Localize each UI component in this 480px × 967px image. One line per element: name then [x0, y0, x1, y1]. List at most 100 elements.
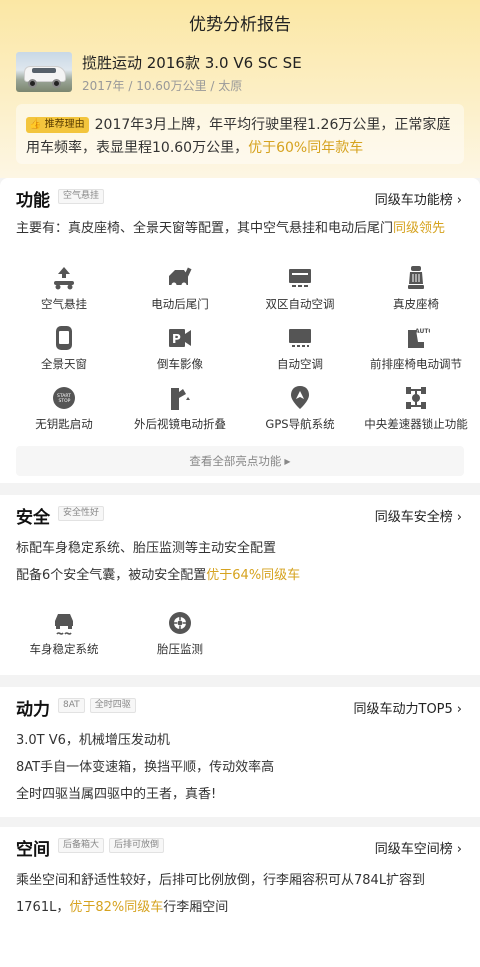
esp-icon: [50, 609, 78, 637]
view-all-features-button[interactable]: 查看全部亮点功能 ▶: [16, 446, 464, 476]
space-rank-link[interactable]: 同级车空间榜 ›: [375, 838, 462, 857]
air-suspension-icon: [50, 264, 78, 292]
feature-label: 真皮座椅: [393, 297, 439, 311]
gps-icon: [286, 384, 314, 412]
feature-label: 空气悬挂: [41, 297, 87, 311]
power-line-3: 全时四驱当属四驱中的王者，真香!: [16, 787, 217, 802]
function-desc-highlight: 同级领先: [393, 221, 446, 236]
feature-esp[interactable]: 车身稳定系统: [4, 609, 124, 657]
feature-keyless-start[interactable]: START STOP 无钥匙启动: [4, 384, 124, 432]
space-tags: 后备箱大 后排可放倒: [58, 838, 165, 853]
leather-seat-icon: [402, 264, 430, 292]
page-title: 优势分析报告: [189, 15, 291, 35]
safety-desc: 标配车身稳定系统、胎压监测等主动安全配置 配备6个安全气囊，被动安全配置优于64…: [0, 535, 480, 589]
chevron-right-icon: ›: [456, 510, 462, 525]
power-rank-link[interactable]: 同级车动力TOP5 ›: [354, 698, 463, 717]
feature-label: 双区自动空调: [265, 297, 335, 311]
keyless-start-icon: START STOP: [50, 384, 78, 412]
space-line-2: 1761L，: [16, 900, 70, 915]
feature-dual-zone-ac[interactable]: 双区自动空调: [240, 264, 360, 312]
power-seat-icon: AUTO: [402, 324, 430, 352]
reason-highlight: 优于60%同年款车: [248, 140, 364, 156]
power-tag-1: 8AT: [58, 698, 85, 713]
space-section: 空间 后备箱大 后排可放倒 同级车空间榜 › 乘坐空间和舒适性较好，后排可比例放倒…: [0, 827, 480, 967]
function-section: 功能 空气悬挂 同级车功能榜 › 主要有：真皮座椅、全景天窗等配置，其中空气悬挂和…: [0, 178, 480, 483]
feature-power-seat[interactable]: AUTO 前排座椅电动调节: [356, 324, 476, 372]
chevron-right-icon: ›: [456, 842, 462, 857]
feature-diff-lock[interactable]: 中央差速器锁止功能: [356, 384, 476, 432]
feature-gps[interactable]: GPS导航系统: [240, 384, 360, 432]
space-rank-label: 同级车空间榜: [374, 842, 453, 857]
feature-reverse-camera[interactable]: P 倒车影像: [120, 324, 240, 372]
feature-label: 胎压监测: [157, 642, 203, 656]
power-title: 动力: [16, 700, 50, 720]
safety-line-2: 配备6个安全气囊，被动安全配置: [16, 568, 207, 583]
safety-highlight: 优于64%同级车: [206, 568, 301, 583]
car-meta: 2017年 / 10.60万公里 / 太原: [82, 79, 243, 93]
safety-rank-link[interactable]: 同级车安全榜 ›: [375, 506, 462, 525]
safety-section: 安全 安全性好 同级车安全榜 › 标配车身稳定系统、胎压监测等主动安全配置 配备6…: [0, 495, 480, 675]
svg-text:P: P: [172, 332, 181, 346]
space-line-1: 乘坐空间和舒适性较好，后排可比例放倒，行李厢容积可从784L扩容到: [16, 873, 426, 888]
recommend-tag: 👍 推荐理由: [26, 117, 89, 133]
power-line-1: 3.0T V6，机械增压发动机: [16, 733, 170, 748]
dual-zone-ac-icon: [286, 264, 314, 292]
recommend-tag-label: 推荐理由: [44, 119, 85, 130]
space-line-2-suffix: 行李厢空间: [163, 900, 229, 915]
reason-text: 2017年3月上牌，年平均行驶里程1.26万公里，正常家庭用车频率，表显里程10…: [26, 117, 451, 156]
function-desc: 主要有：真皮座椅、全景天窗等配置，其中空气悬挂和电动后尾门同级领先: [0, 218, 480, 240]
function-tag: 空气悬挂: [58, 189, 105, 204]
feature-label: 无钥匙启动: [35, 417, 93, 431]
safety-title: 安全: [16, 508, 50, 528]
feature-label: GPS导航系统: [265, 417, 335, 431]
feature-power-tailgate[interactable]: 电动后尾门: [120, 264, 240, 312]
power-line-2: 8AT手自一体变速箱，换挡平顺，传动效率高: [16, 760, 275, 775]
function-title: 功能: [16, 191, 50, 211]
space-tag-1: 后备箱大: [58, 838, 105, 853]
svg-text:AUTO: AUTO: [415, 328, 430, 335]
feature-label: 倒车影像: [157, 357, 203, 371]
tire-pressure-icon: [166, 609, 194, 637]
power-rank-label: 同级车动力TOP5: [353, 702, 453, 717]
report-page: 优势分析报告 揽胜运动 2016款 3.0 V6 SC SE 2017年 / 1…: [0, 0, 480, 967]
power-desc: 3.0T V6，机械增压发动机 8AT手自一体变速箱，换挡平顺，传动效率高 全时…: [0, 727, 480, 808]
power-tailgate-icon: [166, 264, 194, 292]
recommend-reason: 👍 推荐理由 2017年3月上牌，年平均行驶里程1.26万公里，正常家庭用车频率…: [16, 104, 464, 164]
safety-tags: 安全性好: [58, 506, 105, 521]
auto-ac-icon: [286, 324, 314, 352]
power-tags: 8AT 全时四驱: [58, 698, 136, 713]
feature-mirror-fold[interactable]: 外后视镜电动折叠: [120, 384, 240, 432]
car-thumbnail[interactable]: [16, 52, 72, 92]
feature-leather-seat[interactable]: 真皮座椅: [356, 264, 476, 312]
view-all-label: 查看全部亮点功能: [189, 454, 282, 468]
panoramic-sunroof-icon: [50, 324, 78, 352]
feature-label: 前排座椅电动调节: [370, 357, 462, 371]
safety-tag: 安全性好: [58, 506, 105, 521]
car-summary[interactable]: 揽胜运动 2016款 3.0 V6 SC SE 2017年 / 10.60万公里…: [16, 52, 464, 96]
function-rank-link[interactable]: 同级车功能榜 ›: [375, 189, 462, 208]
space-tag-2: 后排可放倒: [109, 838, 165, 853]
safety-line-1: 标配车身稳定系统、胎压监测等主动安全配置: [16, 541, 277, 556]
chevron-right-icon: ›: [456, 193, 462, 208]
mirror-fold-icon: [166, 384, 194, 412]
caret-right-icon: ▶: [284, 457, 291, 466]
diff-lock-icon: [402, 384, 430, 412]
feature-label: 全景天窗: [41, 357, 87, 371]
space-title: 空间: [16, 840, 50, 860]
function-tags: 空气悬挂: [58, 189, 105, 204]
feature-panoramic-sunroof[interactable]: 全景天窗: [4, 324, 124, 372]
feature-tire-pressure[interactable]: 胎压监测: [120, 609, 240, 657]
feature-auto-ac[interactable]: 自动空调: [240, 324, 360, 372]
power-section: 动力 8AT 全时四驱 同级车动力TOP5 › 3.0T V6，机械增压发动机 8…: [0, 687, 480, 817]
svg-text:STOP: STOP: [59, 398, 71, 404]
power-tag-2: 全时四驱: [89, 698, 136, 713]
report-header: 优势分析报告 揽胜运动 2016款 3.0 V6 SC SE 2017年 / 1…: [0, 0, 480, 178]
car-name: 揽胜运动 2016款 3.0 V6 SC SE: [82, 54, 302, 72]
reverse-camera-icon: P: [166, 324, 194, 352]
feature-label: 电动后尾门: [151, 297, 209, 311]
safety-rank-label: 同级车安全榜: [374, 510, 453, 525]
feature-label: 车身稳定系统: [29, 642, 99, 656]
feature-air-suspension[interactable]: 空气悬挂: [4, 264, 124, 312]
function-rank-label: 同级车功能榜: [374, 193, 453, 208]
space-desc: 乘坐空间和舒适性较好，后排可比例放倒，行李厢容积可从784L扩容到 1761L，…: [0, 867, 480, 921]
